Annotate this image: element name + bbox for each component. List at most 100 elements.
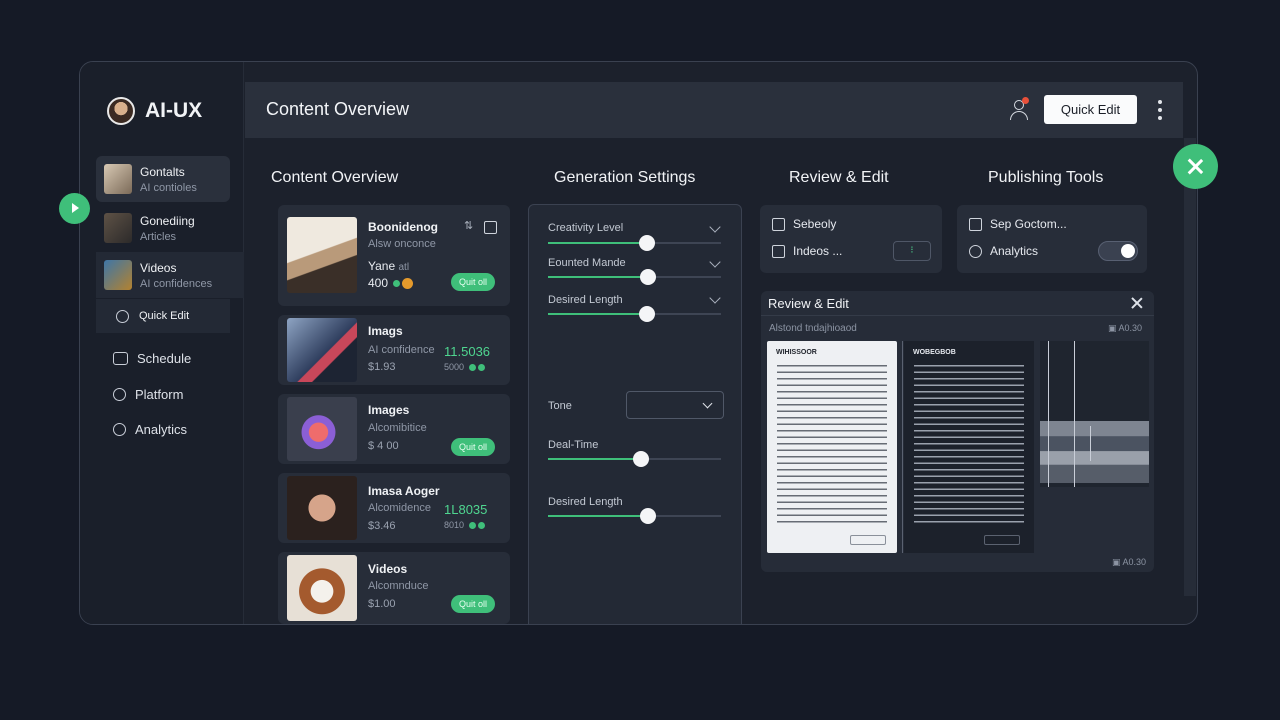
slider[interactable] — [548, 235, 721, 251]
play-button[interactable] — [59, 193, 90, 224]
tone-select[interactable] — [626, 391, 724, 419]
analytics-toggle[interactable] — [1098, 241, 1138, 261]
indices-row[interactable]: Indeos ... — [772, 244, 842, 258]
timeline-preview[interactable] — [1040, 341, 1149, 487]
quick-action-button[interactable]: Quit oll — [451, 595, 495, 613]
document-text — [777, 365, 887, 525]
document-title: WOBEGBOB — [913, 349, 956, 356]
chevron-down-icon[interactable] — [709, 256, 721, 268]
sidebar: AI-UX Gontalts AI contioles Gonediing Ar… — [80, 62, 244, 624]
document-preview-dark[interactable]: WOBEGBOB — [904, 341, 1034, 553]
slider-handle[interactable] — [633, 451, 650, 467]
content-image — [287, 476, 357, 540]
content-image — [287, 397, 357, 461]
chevron-down-icon[interactable] — [709, 221, 721, 233]
content-title: Imasa Aoger — [368, 484, 440, 498]
sidebar-item-contents[interactable]: Gontalts AI contioles — [96, 156, 230, 202]
sidebar-item-videos[interactable]: Videos AI confidences — [96, 252, 244, 298]
sidebar-item-label: Videos — [140, 260, 177, 275]
app-window: AI-UX Gontalts AI contioles Gonediing Ar… — [79, 61, 1198, 625]
section-title-content: Content Overview — [271, 169, 399, 186]
content-value: $1.93 — [368, 361, 396, 373]
content-card[interactable]: Videos Alcomnduce $1.00 Quit oll — [278, 552, 510, 624]
slider[interactable] — [548, 451, 721, 467]
scrollbar[interactable] — [1184, 138, 1196, 596]
slider-handle[interactable] — [640, 269, 657, 285]
content-image — [287, 217, 357, 293]
sidebar-item-generating[interactable]: Gonediing Articles — [96, 205, 230, 251]
quick-action-button[interactable]: Quit oll — [451, 273, 495, 291]
generation-settings-panel: Creativity Level Eounted Mande Desired L… — [528, 204, 742, 624]
section-title-review: Review & Edit — [789, 169, 889, 186]
metric-sub: 5000 — [444, 362, 485, 372]
quick-action-button[interactable]: Quit oll — [451, 438, 495, 456]
document-action-button[interactable] — [850, 535, 886, 545]
document-action-button[interactable] — [984, 535, 1020, 545]
content-card[interactable]: Imags AI confidence $1.93 11.5036 5000 — [278, 315, 510, 385]
sidebar-item-sub: AI confidences — [140, 277, 213, 290]
setup-row[interactable]: Sep Goctom... — [969, 217, 1067, 231]
timeline-marker[interactable] — [1048, 341, 1049, 487]
quick-edit-button[interactable]: Quick Edit — [1044, 95, 1137, 124]
tone-label: Tone — [548, 400, 572, 412]
indices-button[interactable]: ⁝ — [893, 241, 931, 261]
content-card[interactable]: Imasa Aoger Alcomidence $3.46 1L8035 801… — [278, 473, 510, 543]
thumbnail-image — [104, 260, 132, 290]
slider-label: Desired Length — [548, 496, 623, 508]
content-card[interactable]: Images Alcomibitice $ 4 00 Quit oll — [278, 394, 510, 464]
slider-handle[interactable] — [640, 508, 657, 524]
app-logo[interactable]: AI-UX — [107, 97, 202, 125]
sidebar-item-platform[interactable]: Platform — [113, 387, 183, 402]
slider-handle[interactable] — [638, 235, 655, 251]
sidebar-item-label: Schedule — [137, 351, 192, 366]
review-tools-card: Sebeoly Indeos ... ⁝ — [760, 205, 942, 273]
timeline-marker[interactable] — [1074, 341, 1075, 487]
sidebar-item-sub: AI contioles — [140, 181, 197, 194]
calendar-icon — [113, 352, 128, 365]
chevron-down-icon — [702, 398, 713, 409]
settings-icon — [969, 217, 982, 231]
copy-icon[interactable] — [484, 221, 497, 234]
slider[interactable] — [548, 508, 721, 524]
content-title: Boonidenog — [368, 220, 438, 234]
panel-title: Review & Edit — [768, 296, 849, 311]
slider[interactable] — [548, 306, 721, 322]
analytics-label: Analytics — [990, 244, 1039, 258]
close-fab-button[interactable] — [1173, 144, 1218, 189]
timeline-marker[interactable] — [1090, 426, 1091, 461]
panel-subtitle: Alstond tndajhioaod — [769, 323, 857, 334]
content-sub: Alcomnduce — [368, 580, 429, 592]
slider-handle[interactable] — [638, 306, 655, 322]
sidebar-item-quick-edit[interactable]: Quick Edit — [96, 299, 230, 333]
page-title: Content Overview — [266, 99, 410, 119]
publishing-tools-card: Sep Goctom... Analytics — [957, 205, 1147, 273]
content-line: Yane atl — [368, 259, 410, 273]
sidebar-item-schedule[interactable]: Schedule — [113, 351, 191, 366]
metric-sub: 8010 — [444, 520, 485, 530]
content-sub: Alcomibitice — [368, 422, 427, 434]
more-options-icon[interactable] — [1157, 100, 1163, 120]
section-title-publishing: Publishing Tools — [988, 169, 1104, 186]
setup-label: Sep Goctom... — [990, 217, 1067, 231]
content-card[interactable]: Boonidenog ⇅ Alsw onconce Yane atl 400 Q… — [278, 205, 510, 306]
user-notification-icon[interactable] — [1009, 97, 1029, 121]
schedule-row[interactable]: Sebeoly — [772, 217, 836, 231]
slider[interactable] — [548, 269, 721, 285]
chevron-down-icon[interactable] — [709, 292, 721, 304]
document-icon — [772, 244, 785, 258]
analytics-icon — [969, 244, 982, 258]
grid-icon — [113, 388, 126, 401]
close-icon[interactable] — [1131, 297, 1143, 309]
content-value: $1.00 — [368, 598, 396, 610]
panel-meta: ▣ A0.30 — [1108, 323, 1143, 333]
sort-icon[interactable]: ⇅ — [464, 219, 473, 232]
analytics-icon — [113, 423, 126, 436]
content-sub: Alcomidence — [368, 502, 431, 514]
document-title: WIHISSOOR — [776, 349, 817, 356]
document-preview-light[interactable]: WIHISSOOR — [767, 341, 897, 553]
content-value: 400 — [368, 276, 414, 290]
sidebar-item-analytics[interactable]: Analytics — [113, 422, 187, 437]
sidebar-item-label: Platform — [135, 387, 184, 402]
split-divider[interactable] — [902, 341, 903, 553]
content-title: Images — [368, 403, 410, 417]
